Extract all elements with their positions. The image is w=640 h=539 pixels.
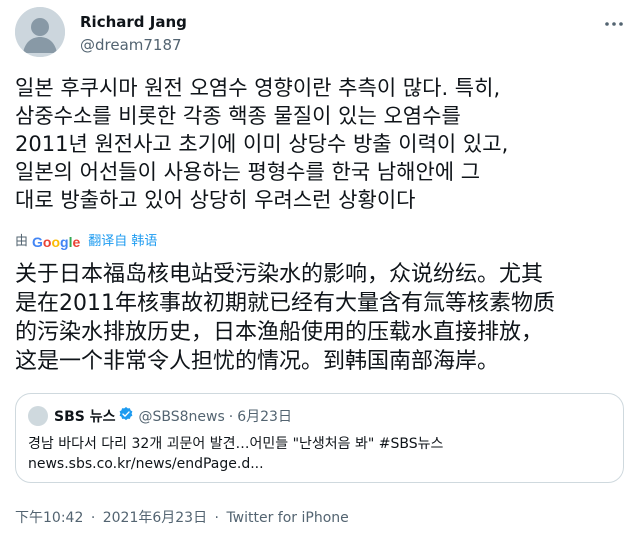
quote-header: SBS 뉴스 @SBS8news · 6月23日 — [54, 406, 292, 428]
google-logo: Google — [32, 234, 81, 250]
author-display-name[interactable]: Richard Jang — [80, 12, 187, 32]
translation-prefix: 由 — [15, 234, 29, 249]
tweet-meta: 下午10:42 · 2021年6月23日 · Twitter for iPhon… — [15, 508, 349, 528]
translated-from-link[interactable]: 翻译自 韩语 — [88, 233, 157, 251]
default-avatar-icon — [15, 7, 65, 57]
quote-text: 경남 바다서 다리 32개 괴문어 발견…어민들 "난생처음 봐" #SBS뉴스 — [28, 436, 444, 452]
translated-text: 关于日本福岛核电站受污染水的影响，众说纷纭。尤其 是在2011年核事故初期就已经… — [15, 262, 555, 374]
quoted-tweet-card[interactable]: SBS 뉴스 @SBS8news · 6月23日 경남 바다서 다리 32개 괴… — [15, 393, 624, 483]
tweet-time[interactable]: 下午10:42 — [15, 510, 83, 526]
quote-separator: · — [228, 409, 234, 425]
more-horizontal-icon[interactable] — [602, 12, 626, 36]
verified-badge-icon — [118, 406, 134, 428]
tweet-text: 일본 후쿠시마 원전 오염수 영향이란 추측이 많다. 특히, 삼중수소를 비롯… — [15, 76, 509, 212]
translation-attribution: 由 Google 翻译自 韩语 — [15, 233, 157, 251]
quote-author-name: SBS 뉴스 — [54, 409, 116, 425]
author-handle[interactable]: @dream7187 — [80, 35, 182, 55]
meta-separator: · — [214, 510, 219, 526]
tweet-date[interactable]: 2021年6月23日 — [103, 510, 207, 526]
author-avatar[interactable] — [15, 7, 65, 57]
quote-author-handle: @SBS8news — [138, 409, 225, 425]
tweet-source[interactable]: Twitter for iPhone — [226, 510, 348, 526]
meta-separator: · — [90, 510, 96, 526]
quote-avatar — [28, 406, 48, 426]
quote-link[interactable]: news.sbs.co.kr/news/endPage.d... — [28, 454, 264, 474]
quote-date: 6月23日 — [237, 409, 292, 425]
